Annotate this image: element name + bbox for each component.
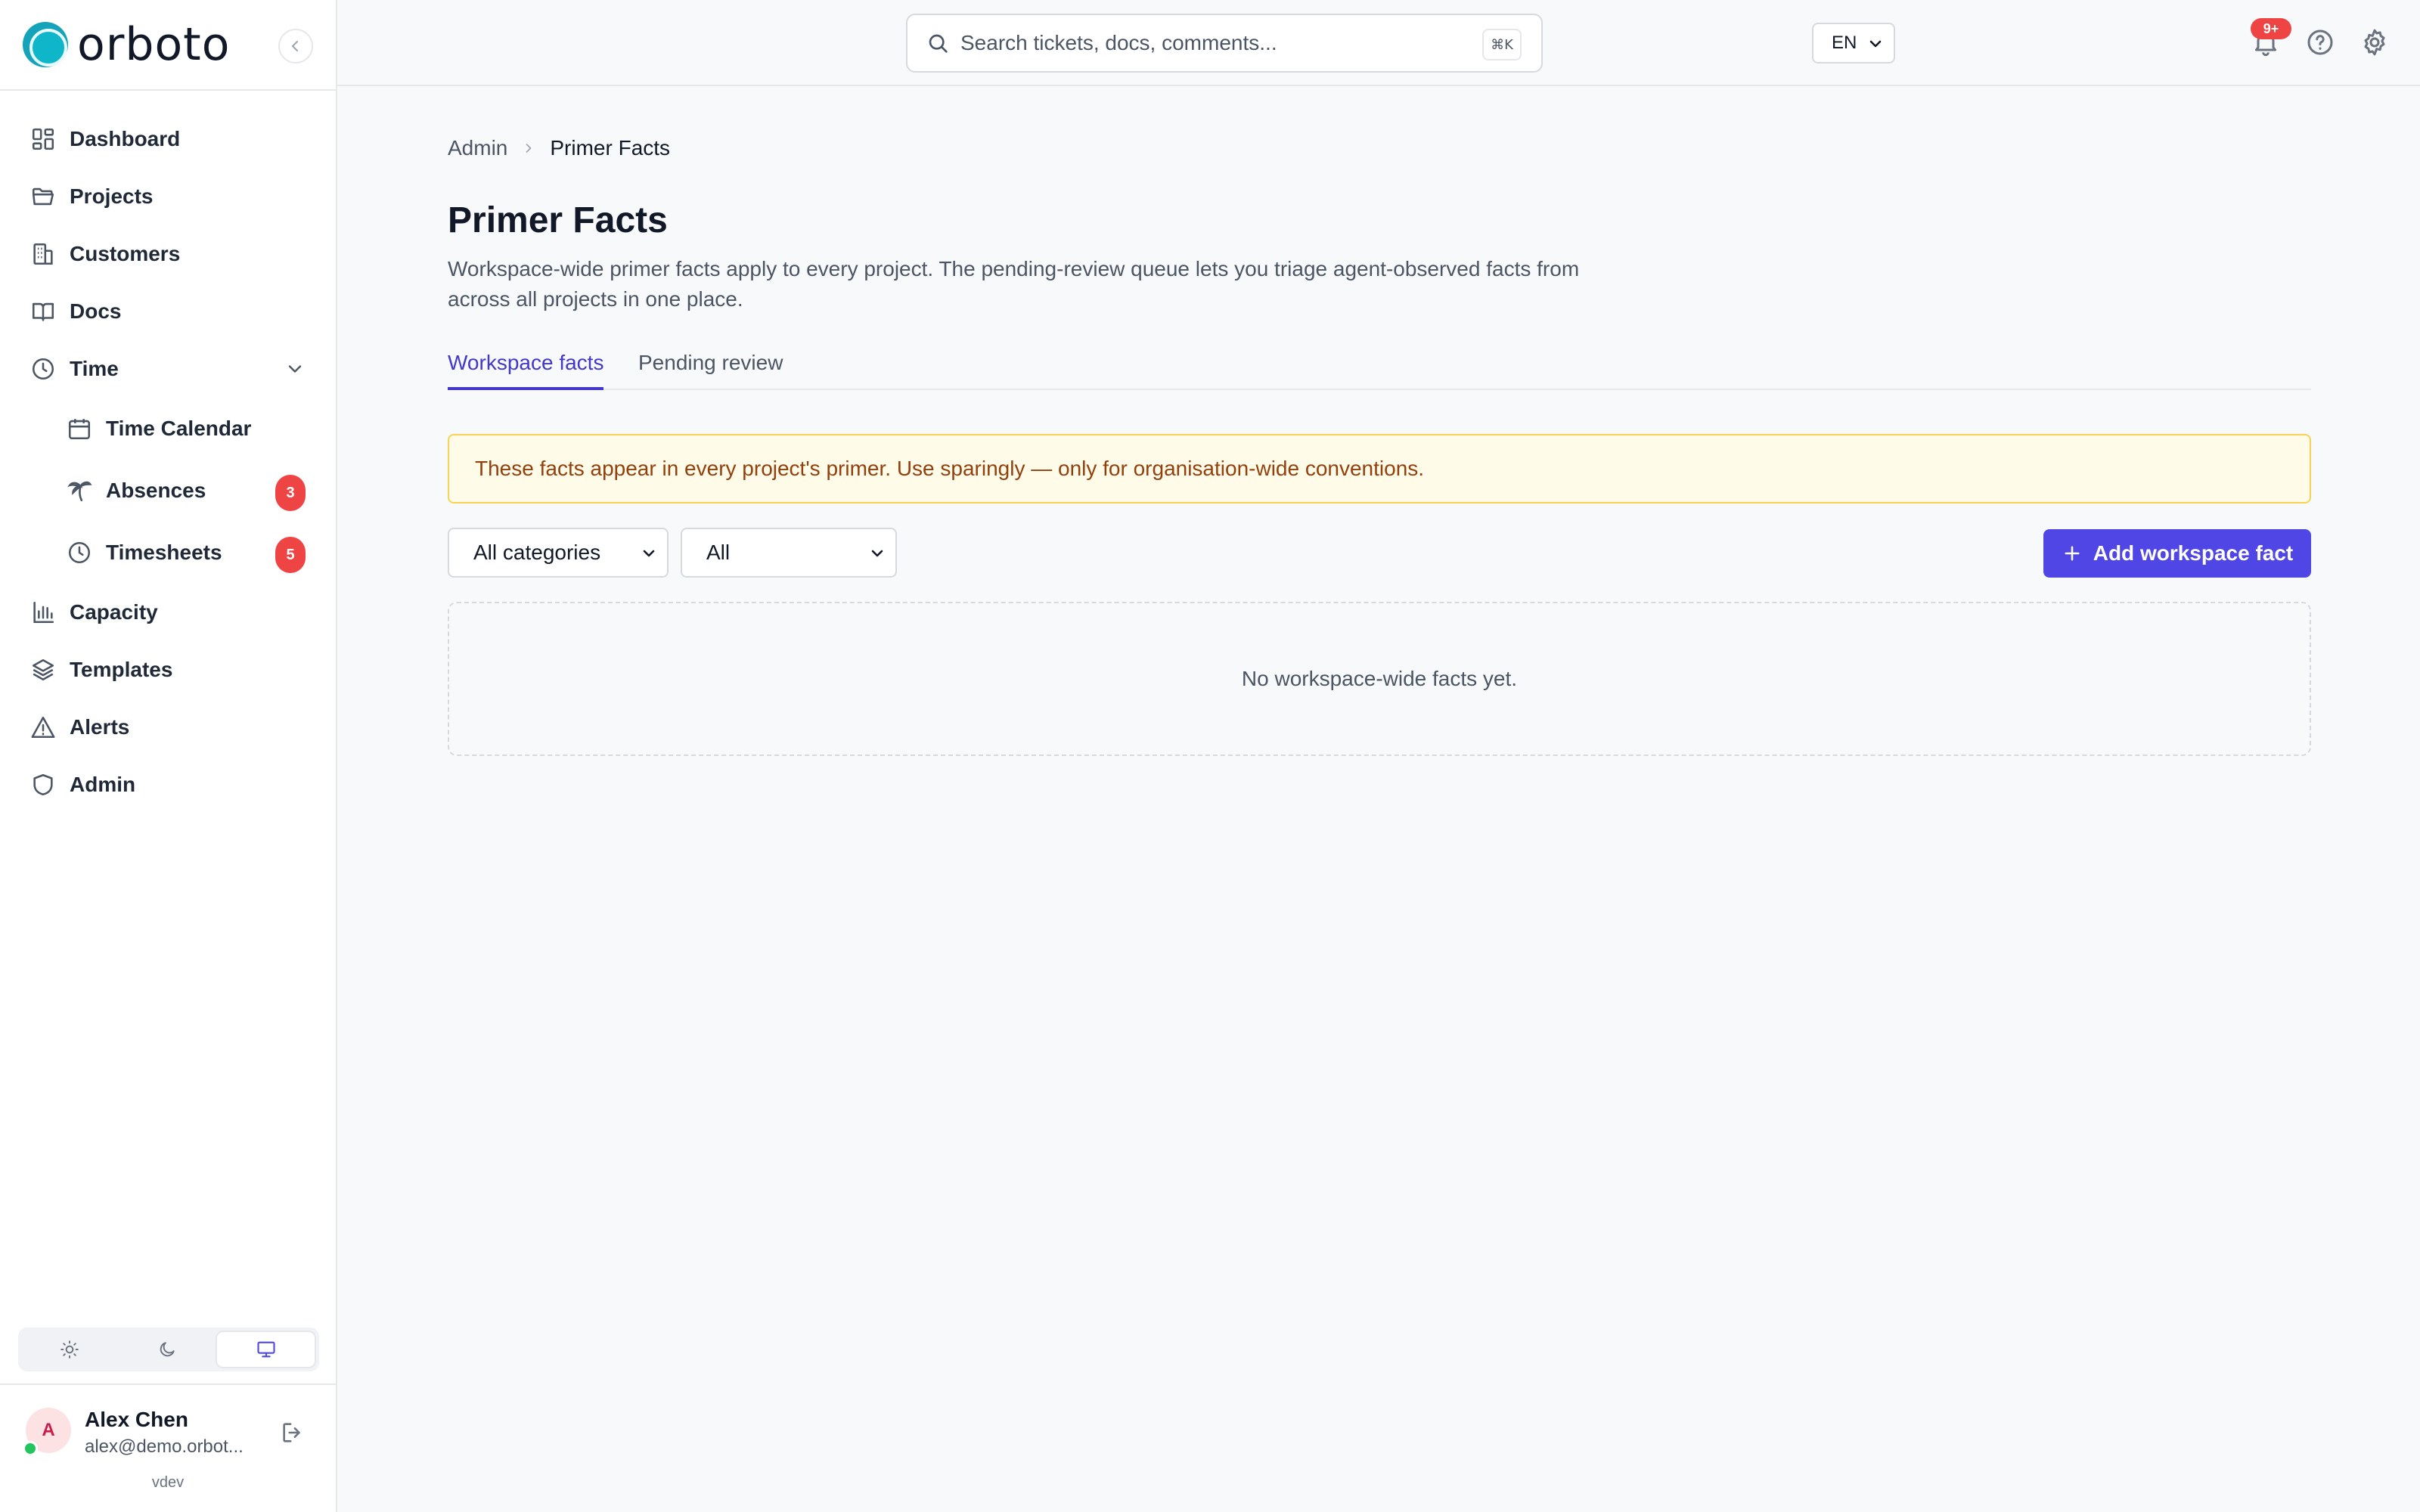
theme-light-button[interactable] (21, 1331, 119, 1368)
sidebar-nav: Dashboard Projects Customers Docs Time T… (0, 91, 336, 813)
building-icon (33, 243, 53, 265)
sidebar-item-label: Alerts (70, 715, 130, 739)
absences-count-badge: 3 (275, 475, 306, 511)
status-filter-select[interactable]: All (681, 528, 897, 578)
gear-icon[interactable] (2360, 27, 2390, 57)
user-email: alex@demo.orbot... (85, 1436, 244, 1457)
sidebar: orboto Dashboard Projects Customers Docs… (0, 0, 337, 1512)
brand: orboto (0, 0, 336, 91)
sidebar-item-admin[interactable]: Admin (0, 756, 336, 813)
search-input[interactable]: Search tickets, docs, comments... ⌘K (906, 14, 1543, 73)
bar-chart-icon (33, 601, 54, 624)
sun-icon (60, 1340, 79, 1359)
sidebar-item-docs[interactable]: Docs (0, 283, 336, 340)
category-filter-value: All categories (473, 541, 601, 564)
sidebar-item-label: Timesheets (106, 541, 222, 564)
sidebar-item-label: Customers (70, 242, 181, 265)
chevron-left-icon (292, 41, 298, 51)
status-filter-value: All (706, 541, 731, 564)
sidebar-item-label: Templates (70, 658, 173, 681)
warning-banner: These facts appear in every project's pr… (448, 434, 2311, 503)
orboto-logo-icon[interactable] (23, 22, 68, 67)
theme-switcher (18, 1328, 319, 1371)
sidebar-item-projects[interactable]: Projects (0, 168, 336, 225)
theme-system-button[interactable] (216, 1331, 317, 1368)
sidebar-item-label: Admin (70, 773, 136, 796)
user-profile: A Alex Chen alex@demo.orbot... vdev (0, 1383, 336, 1512)
plus-icon (2065, 546, 2080, 561)
empty-state-message: No workspace-wide facts yet. (1241, 667, 1518, 690)
chevron-down-icon (1869, 40, 1882, 48)
chevron-down-icon (871, 550, 883, 557)
tab-workspace-facts[interactable]: Workspace facts (448, 351, 604, 390)
sidebar-item-time[interactable]: Time (0, 340, 336, 398)
search-placeholder: Search tickets, docs, comments... (960, 31, 1277, 54)
sidebar-item-label: Time Calendar (106, 417, 252, 440)
breadcrumb-current: Primer Facts (550, 136, 671, 160)
sidebar-item-dashboard[interactable]: Dashboard (0, 110, 336, 168)
user-name: Alex Chen (85, 1408, 188, 1431)
sidebar-item-label: Dashboard (70, 127, 181, 150)
online-status-indicator (23, 1441, 38, 1456)
chevron-right-icon (526, 144, 532, 153)
palm-tree-icon (67, 481, 92, 502)
theme-dark-button[interactable] (119, 1331, 216, 1368)
clock-icon (68, 541, 91, 564)
chevron-down-icon[interactable] (284, 358, 306, 380)
dashboard-icon (32, 128, 54, 150)
help-icon[interactable] (2305, 27, 2335, 57)
add-workspace-fact-button[interactable]: Add workspace fact (2043, 529, 2311, 578)
moon-icon (160, 1342, 175, 1357)
sidebar-item-label: Docs (70, 299, 122, 323)
tab-pending-review[interactable]: Pending review (638, 351, 783, 390)
calendar-icon (68, 419, 91, 440)
layers-icon (32, 658, 54, 681)
warning-icon (31, 716, 55, 739)
timesheets-count-badge: 5 (275, 537, 306, 573)
page-title: Primer Facts (448, 200, 668, 240)
language-select[interactable]: EN (1812, 23, 1895, 64)
breadcrumb: Admin Primer Facts (448, 136, 670, 160)
sidebar-item-label: Capacity (70, 600, 158, 624)
language-value: EN (1832, 33, 1857, 53)
notifications-badge: 9+ (2251, 18, 2291, 39)
breadcrumb-admin-link[interactable]: Admin (448, 136, 507, 160)
folder-icon (32, 187, 54, 206)
add-workspace-fact-label: Add workspace fact (2093, 541, 2294, 565)
sidebar-item-timesheets[interactable]: Timesheets 5 (0, 522, 336, 584)
sidebar-item-templates[interactable]: Templates (0, 641, 336, 699)
sidebar-item-label: Time (70, 357, 119, 380)
sidebar-item-capacity[interactable]: Capacity (0, 584, 336, 641)
logout-icon[interactable] (280, 1420, 306, 1445)
search-shortcut-hint: ⌘K (1482, 29, 1522, 60)
book-icon (32, 302, 54, 321)
tabs: Workspace facts Pending review (448, 343, 2311, 390)
category-filter-select[interactable]: All categories (448, 528, 669, 578)
clock-icon (32, 358, 54, 380)
monitor-icon (257, 1341, 275, 1358)
app-version: vdev (151, 1474, 185, 1491)
shield-icon (33, 773, 53, 796)
brand-name: orboto (77, 18, 231, 71)
sidebar-item-absences[interactable]: Absences 3 (0, 460, 336, 522)
empty-state: No workspace-wide facts yet. (448, 602, 2311, 756)
search-icon (929, 34, 948, 53)
sidebar-item-customers[interactable]: Customers (0, 225, 336, 283)
page-description: Workspace-wide primer facts apply to eve… (448, 257, 1580, 311)
top-bar: Search tickets, docs, comments... ⌘K (337, 0, 2420, 86)
sidebar-item-label: Projects (70, 184, 154, 208)
sidebar-item-time-calendar[interactable]: Time Calendar (0, 398, 336, 460)
collapse-sidebar-button[interactable] (278, 29, 313, 64)
sidebar-item-alerts[interactable]: Alerts (0, 699, 336, 756)
sidebar-item-label: Absences (106, 479, 206, 502)
chevron-down-icon (643, 550, 655, 557)
